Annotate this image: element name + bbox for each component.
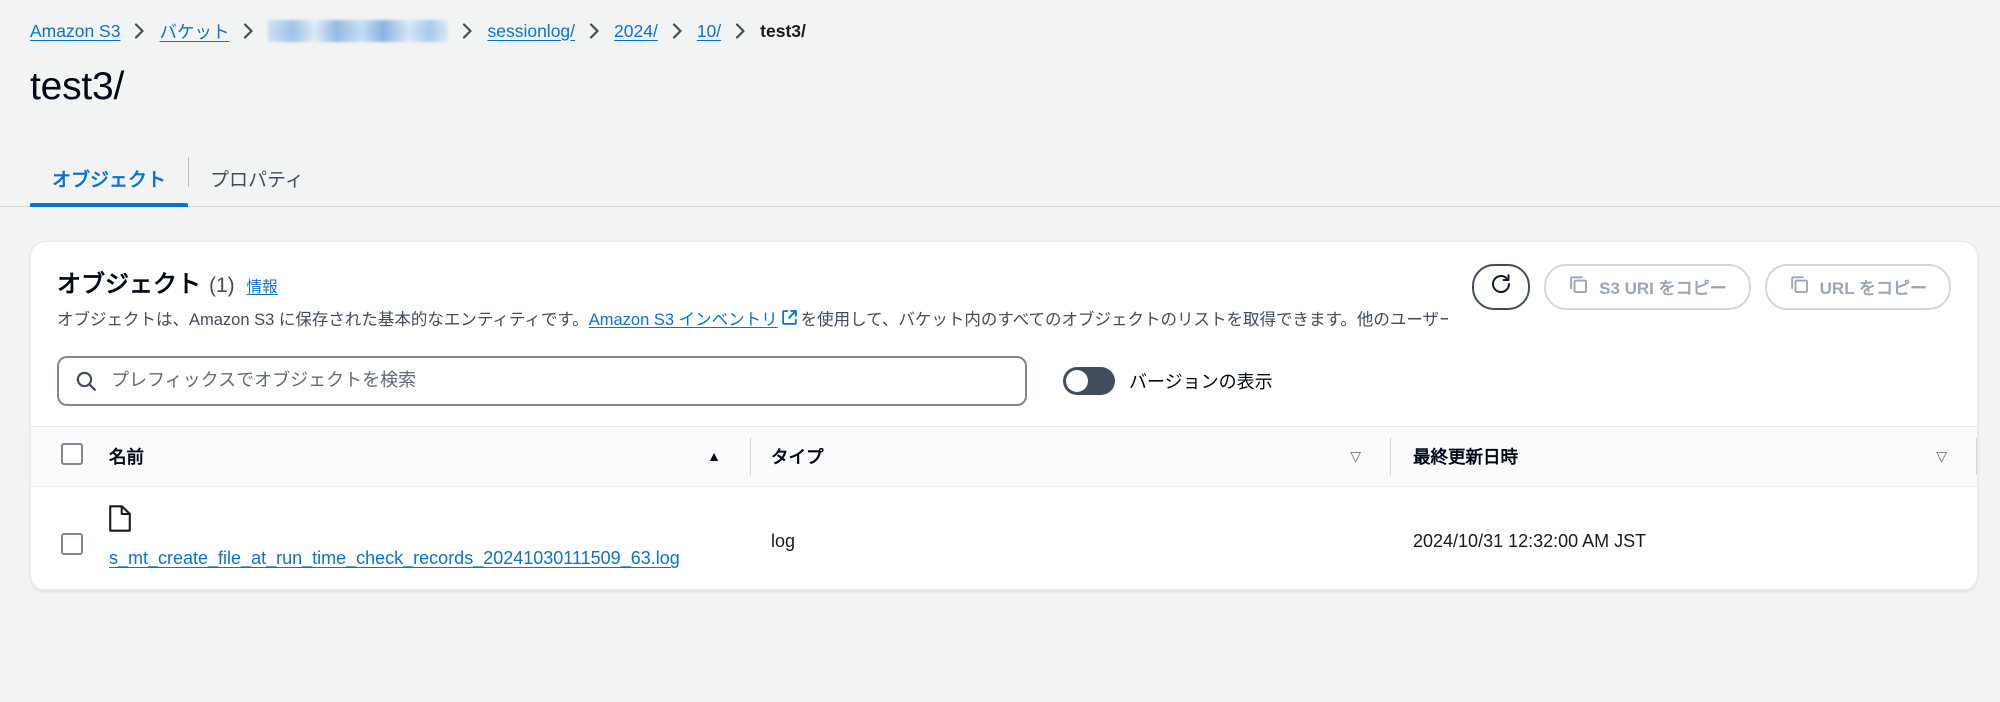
tab-properties-label: プロパティ	[210, 169, 304, 191]
tab-objects-label: オブジェクト	[52, 169, 167, 191]
tab-objects[interactable]: オブジェクト	[30, 169, 189, 207]
toggle-knob	[1066, 369, 1088, 392]
column-divider	[1976, 437, 1977, 475]
table-row: s_mt_create_file_at_run_time_check_recor…	[31, 486, 1977, 590]
row-select-cell	[31, 486, 91, 590]
column-header-last-modified[interactable]: 最終更新日時 ▽	[1391, 425, 1977, 487]
copy-url-label: URL をコピー	[1819, 279, 1927, 299]
objects-card-header: オブジェクト (1) 情報 オブジェクトは、Amazon S3 に保存された基本…	[31, 242, 1977, 334]
row-checkbox[interactable]	[61, 532, 83, 555]
breadcrumb-item-sessionlog[interactable]: sessionlog/	[487, 21, 575, 42]
external-link-icon	[781, 309, 798, 334]
search-box	[57, 355, 1027, 406]
objects-count: (1)	[209, 273, 235, 297]
description-text-part2: を使用して、バケット内のすべてのオブジェクトのリストを取得できます。他のユーザー…	[800, 310, 1449, 329]
file-icon	[109, 505, 751, 539]
breadcrumb: Amazon S3 バケット sessionlog/ 2024/ 10/ tes…	[0, 0, 2000, 44]
card-action-buttons: S3 URI をコピー URL をコピー	[1472, 263, 1951, 310]
page-title: test3/	[30, 65, 125, 108]
show-versions-toggle[interactable]: バージョンの表示	[1063, 366, 1273, 395]
sort-icon[interactable]: ▽	[1350, 449, 1361, 463]
tab-properties[interactable]: プロパティ	[188, 156, 326, 206]
select-all-checkbox[interactable]	[61, 442, 83, 465]
row-type-cell: log	[751, 486, 1391, 590]
show-versions-label: バージョンの表示	[1129, 371, 1273, 392]
description-text-part1: オブジェクトは、Amazon S3 に保存された基本的なエンティティです。	[57, 310, 589, 329]
column-divider	[1390, 437, 1391, 475]
column-header-name[interactable]: 名前 ▲	[91, 425, 751, 487]
s3-inventory-link[interactable]: Amazon S3 インベントリ	[589, 311, 778, 329]
breadcrumb-item-amazon-s3[interactable]: Amazon S3	[30, 21, 120, 42]
chevron-right-icon	[589, 23, 600, 39]
breadcrumb-item-bucket-name-redacted[interactable]	[268, 20, 449, 42]
toggle-switch[interactable]	[1063, 366, 1115, 395]
copy-s3-uri-button[interactable]: S3 URI をコピー	[1544, 263, 1751, 310]
copy-icon	[1789, 274, 1810, 300]
breadcrumb-item-2024[interactable]: 2024/	[614, 21, 658, 42]
objects-card-title-text: オブジェクト	[57, 270, 201, 298]
copy-icon	[1568, 274, 1589, 300]
column-header-select-all	[31, 425, 91, 487]
chevron-right-icon	[735, 23, 746, 39]
breadcrumb-item-buckets[interactable]: バケット	[159, 19, 229, 44]
info-link[interactable]: 情報	[247, 275, 278, 297]
tab-bar: オブジェクト プロパティ	[0, 145, 2000, 207]
chevron-right-icon	[672, 23, 683, 39]
filter-row: バージョンの表示	[31, 334, 1977, 426]
sort-ascending-icon[interactable]: ▲	[707, 449, 721, 463]
objects-card: オブジェクト (1) 情報 オブジェクトは、Amazon S3 に保存された基本…	[30, 240, 1978, 591]
row-last-modified-cell: 2024/10/31 12:32:00 AM JST	[1391, 486, 1977, 590]
column-header-name-label: 名前	[109, 446, 144, 467]
column-divider	[750, 437, 751, 475]
column-header-type[interactable]: タイプ ▽	[751, 425, 1391, 487]
refresh-button[interactable]	[1472, 263, 1531, 310]
column-header-last-modified-label: 最終更新日時	[1413, 446, 1518, 467]
refresh-icon	[1489, 272, 1513, 301]
chevron-right-icon	[243, 23, 254, 39]
object-name-link[interactable]: s_mt_create_file_at_run_time_check_recor…	[109, 548, 680, 568]
row-name-cell: s_mt_create_file_at_run_time_check_recor…	[91, 486, 751, 590]
copy-url-button[interactable]: URL をコピー	[1764, 263, 1951, 310]
copy-s3-uri-label: S3 URI をコピー	[1599, 279, 1727, 299]
table-body: s_mt_create_file_at_run_time_check_recor…	[31, 486, 1977, 590]
objects-card-description: オブジェクトは、Amazon S3 に保存された基本的なエンティティです。Ama…	[57, 309, 1448, 334]
breadcrumb-item-10[interactable]: 10/	[697, 21, 721, 42]
breadcrumb-item-current: test3/	[760, 20, 806, 41]
chevron-right-icon	[134, 23, 145, 39]
sort-icon[interactable]: ▽	[1936, 449, 1947, 463]
table-head: 名前 ▲ タイプ ▽ 最終更新日時 ▽	[31, 425, 1977, 487]
search-input[interactable]	[57, 355, 1027, 406]
objects-card-title: オブジェクト (1) 情報	[57, 264, 1448, 299]
objects-table: 名前 ▲ タイプ ▽ 最終更新日時 ▽ s_mt_create_file_at_…	[31, 425, 1977, 590]
chevron-right-icon	[462, 23, 473, 39]
column-header-type-label: タイプ	[771, 446, 824, 467]
table-header-row: 名前 ▲ タイプ ▽ 最終更新日時 ▽	[31, 425, 1977, 487]
